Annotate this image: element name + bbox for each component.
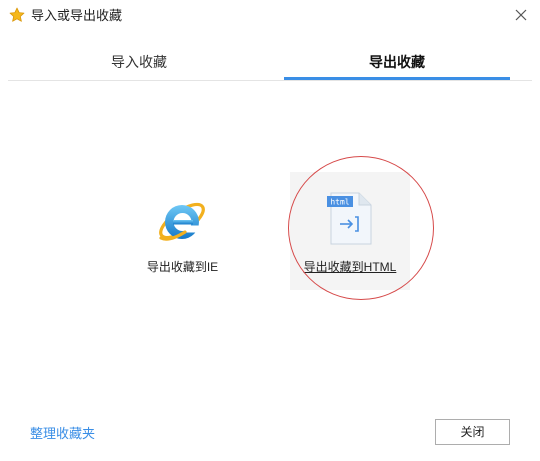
ie-icon xyxy=(159,202,205,241)
html-file-icon: html xyxy=(327,192,372,245)
export-to-html-option[interactable]: html 导出收藏到HTML xyxy=(290,172,410,290)
title-bar: 导入或导出收藏 xyxy=(0,0,540,32)
export-to-ie-option[interactable]: 导出收藏到IE xyxy=(135,185,230,285)
close-button[interactable]: 关闭 xyxy=(435,419,510,445)
export-to-ie-label: 导出收藏到IE xyxy=(146,260,219,274)
star-icon xyxy=(9,7,25,22)
active-tab-indicator xyxy=(284,77,510,80)
close-icon[interactable] xyxy=(513,7,529,23)
tab-bar: 导入收藏 导出收藏 xyxy=(8,44,532,81)
html-badge-text: html xyxy=(330,198,349,207)
tab-import[interactable]: 导入收藏 xyxy=(8,44,270,80)
export-to-html-label: 导出收藏到HTML xyxy=(303,260,397,274)
tab-export[interactable]: 导出收藏 xyxy=(284,44,510,80)
window-title: 导入或导出收藏 xyxy=(31,8,123,23)
manage-favorites-link[interactable]: 整理收藏夹 xyxy=(30,423,95,442)
